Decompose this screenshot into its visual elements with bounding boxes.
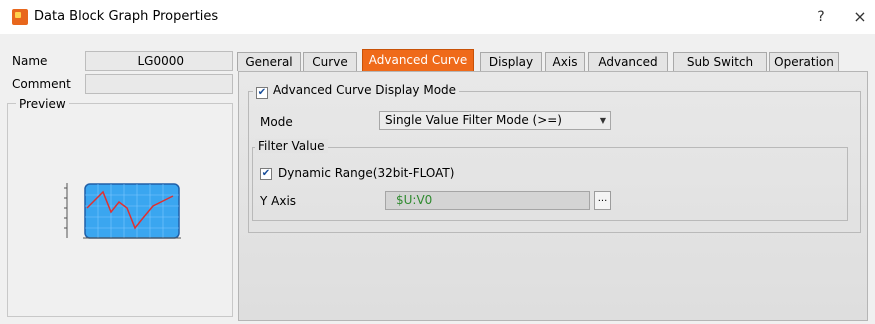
chevron-down-icon: ▼	[599, 116, 606, 125]
window-title: Data Block Graph Properties	[34, 9, 219, 24]
comment-label: Comment	[12, 77, 71, 91]
preview-group	[7, 103, 233, 317]
filter-value-legend: Filter Value	[255, 139, 328, 153]
dynamic-range-checkbox[interactable]: ✔	[260, 168, 272, 180]
tab-operation[interactable]: Operation	[769, 52, 839, 71]
help-button[interactable]: ?	[808, 8, 834, 26]
name-label: Name	[12, 54, 48, 68]
yaxis-browse-button[interactable]: ...	[594, 191, 611, 210]
comment-field[interactable]	[85, 74, 233, 94]
display-mode-label: Advanced Curve Display Mode	[273, 83, 457, 97]
tab-sub-switch[interactable]: Sub Switch	[673, 52, 767, 71]
properties-dialog: Data Block Graph Properties ? × Name LG0…	[0, 0, 875, 324]
display-mode-legend: ✔ Advanced Curve Display Mode	[253, 83, 460, 99]
tab-advanced[interactable]: Advanced	[588, 52, 668, 71]
tab-curve[interactable]: Curve	[303, 52, 357, 71]
yaxis-address-field[interactable]: $U:V0	[385, 191, 590, 210]
dynamic-range-label: Dynamic Range(32bit-FLOAT)	[278, 166, 455, 180]
tab-display[interactable]: Display	[480, 52, 542, 71]
close-button[interactable]: ×	[847, 8, 873, 26]
yaxis-label: Y Axis	[260, 194, 297, 208]
mode-label: Mode	[260, 115, 293, 129]
preview-graph-icon	[64, 183, 181, 239]
tab-advanced-curve[interactable]: Advanced Curve	[362, 49, 474, 71]
name-field[interactable]: LG0000	[85, 51, 233, 71]
mode-select[interactable]: Single Value Filter Mode (>=) ▼	[379, 111, 611, 130]
tab-general[interactable]: General	[237, 52, 301, 71]
title-bar: Data Block Graph Properties ? ×	[0, 0, 875, 34]
mode-select-value: Single Value Filter Mode (>=)	[385, 113, 562, 127]
display-mode-checkbox[interactable]: ✔	[256, 87, 268, 99]
app-icon	[12, 9, 28, 25]
preview-label: Preview	[16, 97, 69, 111]
tab-axis[interactable]: Axis	[545, 52, 585, 71]
